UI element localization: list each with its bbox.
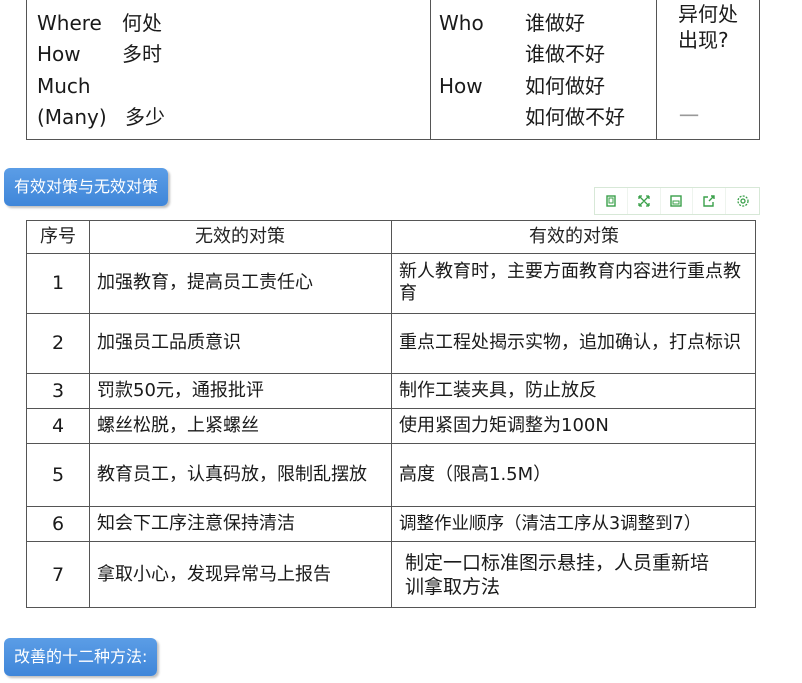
valid-measure-cell: 新人教育时，主要方面教育内容进行重点教育 <box>399 261 741 304</box>
copy-button[interactable] <box>595 188 628 214</box>
measures-table: 序号 无效的对策 有效的对策 1 加强教育，提高员工责任心 新人教育时，主要方面… <box>26 220 756 608</box>
dash-mark: 一 <box>679 104 699 128</box>
row-index: 4 <box>51 414 65 437</box>
top-partial-table: … … … Where 何处 How 多时 Much (Many) 多少 Who… <box>26 0 760 140</box>
section-title-twelve-methods: 改善的十二种方法: <box>4 638 158 676</box>
value-who-good: 谁做好 <box>525 11 585 35</box>
settings-icon <box>736 195 749 207</box>
column-divider <box>656 0 657 139</box>
label-how: How <box>37 42 81 66</box>
valid-measure-cell: 调整作业顺序（清洁工序从3调整到7） <box>399 513 702 534</box>
invalid-measure-cell: 教育员工，认真码放，限制乱摆放 <box>97 463 367 485</box>
label-who: Who <box>439 11 484 35</box>
clipped-text: … <box>257 0 277 3</box>
invalid-measure-cell: 知会下工序注意保持清洁 <box>97 512 295 534</box>
valid-measure-cell: 高度（限高1.5M） <box>399 463 552 485</box>
value-how-much: 多少 <box>125 105 165 129</box>
clipped-text: … <box>527 0 547 3</box>
header-index: 序号 <box>40 226 76 247</box>
value-how-good: 如何做好 <box>525 74 605 98</box>
invalid-measure-cell: 螺丝松脱，上紧螺丝 <box>97 414 259 436</box>
invalid-measure-cell: 拿取小心，发现异常马上报告 <box>97 563 331 585</box>
row-index: 3 <box>51 379 65 402</box>
invalid-measure-cell: 加强员工品质意识 <box>97 332 241 353</box>
share-icon <box>703 195 715 207</box>
label-many: (Many) <box>37 105 107 129</box>
value-who-bad: 谁做不好 <box>525 42 605 66</box>
share-button[interactable] <box>693 188 727 214</box>
valid-measure-cell: 重点工程处揭示实物，追加确认，打点标识 <box>399 332 741 353</box>
header-valid-measure: 有效的对策 <box>529 226 619 247</box>
label-how-2: How <box>439 74 483 98</box>
valid-measure-cell: 制定一口标准图示悬挂，人员重新培训拿取方法 <box>405 551 710 598</box>
invalid-measure-cell: 加强教育，提高员工责任心 <box>97 272 313 293</box>
copy-icon <box>606 195 616 207</box>
fullscreen-icon <box>638 195 650 207</box>
row-index: 7 <box>51 563 65 586</box>
valid-measure-cell: 使用紧固力矩调整为100N <box>399 414 609 436</box>
row-index: 1 <box>51 272 65 294</box>
label-where: Where <box>37 11 102 35</box>
settings-button[interactable] <box>726 188 759 214</box>
row-index: 2 <box>51 332 65 354</box>
row-index: 5 <box>51 463 65 486</box>
section-title-effective-measures: 有效对策与无效对策 <box>4 168 169 206</box>
clipped-text: … <box>115 0 135 3</box>
invalid-measure-cell: 罚款50元，通报批评 <box>97 379 264 401</box>
value-how-long: 多时 <box>122 42 162 66</box>
value-where: 何处 <box>122 11 162 35</box>
value-how-bad: 如何做不好 <box>525 105 625 129</box>
valid-measure-cell: 制作工装夹具，防止放反 <box>399 379 597 401</box>
label-much: Much <box>37 74 91 98</box>
row-index: 6 <box>51 512 65 535</box>
value-where-appear: 异何处出现? <box>678 2 738 52</box>
image-toolbar <box>594 187 760 215</box>
fullscreen-button[interactable] <box>628 188 661 214</box>
save-icon <box>670 195 683 207</box>
header-invalid-measure: 无效的对策 <box>195 226 285 247</box>
save-button[interactable] <box>661 188 694 214</box>
column-divider <box>430 0 431 139</box>
